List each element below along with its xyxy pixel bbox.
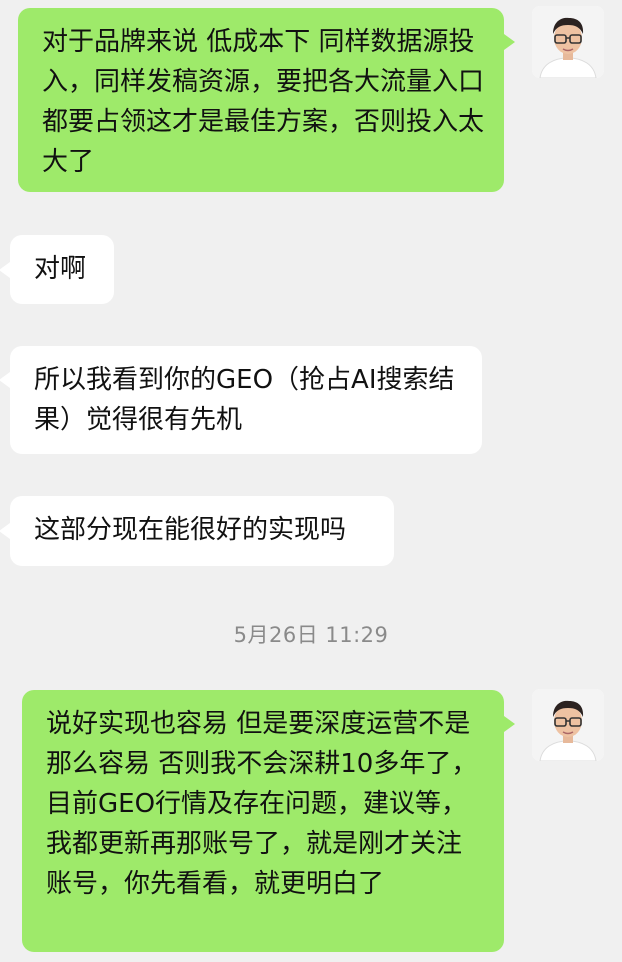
bubble-tail	[504, 716, 515, 732]
man-with-glasses-avatar-icon	[532, 6, 604, 78]
bubble-tail	[0, 523, 10, 539]
chat-timestamp: 5月26日 11:29	[233, 623, 389, 647]
message-text: 对啊	[34, 254, 87, 284]
bubble-tail	[0, 262, 10, 278]
self-avatar[interactable]	[532, 6, 604, 78]
bubble-tail	[0, 372, 10, 388]
man-with-glasses-avatar-icon	[532, 689, 604, 761]
sent-message-bubble[interactable]: 说好实现也容易 但是要深度运营不是那么容易 否则我不会深耕10多年了，目前GEO…	[22, 690, 504, 952]
message-text: 说好实现也容易 但是要深度运营不是那么容易 否则我不会深耕10多年了，目前GEO…	[46, 709, 478, 899]
self-avatar[interactable]	[532, 689, 604, 761]
received-message-bubble[interactable]: 这部分现在能很好的实现吗	[10, 496, 394, 566]
bubble-tail	[504, 34, 515, 50]
received-message-bubble[interactable]: 所以我看到你的GEO（抢占AI搜索结果）觉得很有先机	[10, 346, 482, 454]
sent-message-bubble[interactable]: 对于品牌来说 低成本下 同样数据源投入，同样发稿资源，要把各大流量入口都要占领这…	[18, 8, 504, 192]
message-text: 这部分现在能很好的实现吗	[34, 515, 347, 545]
message-text: 所以我看到你的GEO（抢占AI搜索结果）觉得很有先机	[34, 365, 455, 435]
received-message-bubble[interactable]: 对啊	[10, 235, 114, 304]
message-text: 对于品牌来说 低成本下 同样数据源投入，同样发稿资源，要把各大流量入口都要占领这…	[42, 27, 485, 177]
